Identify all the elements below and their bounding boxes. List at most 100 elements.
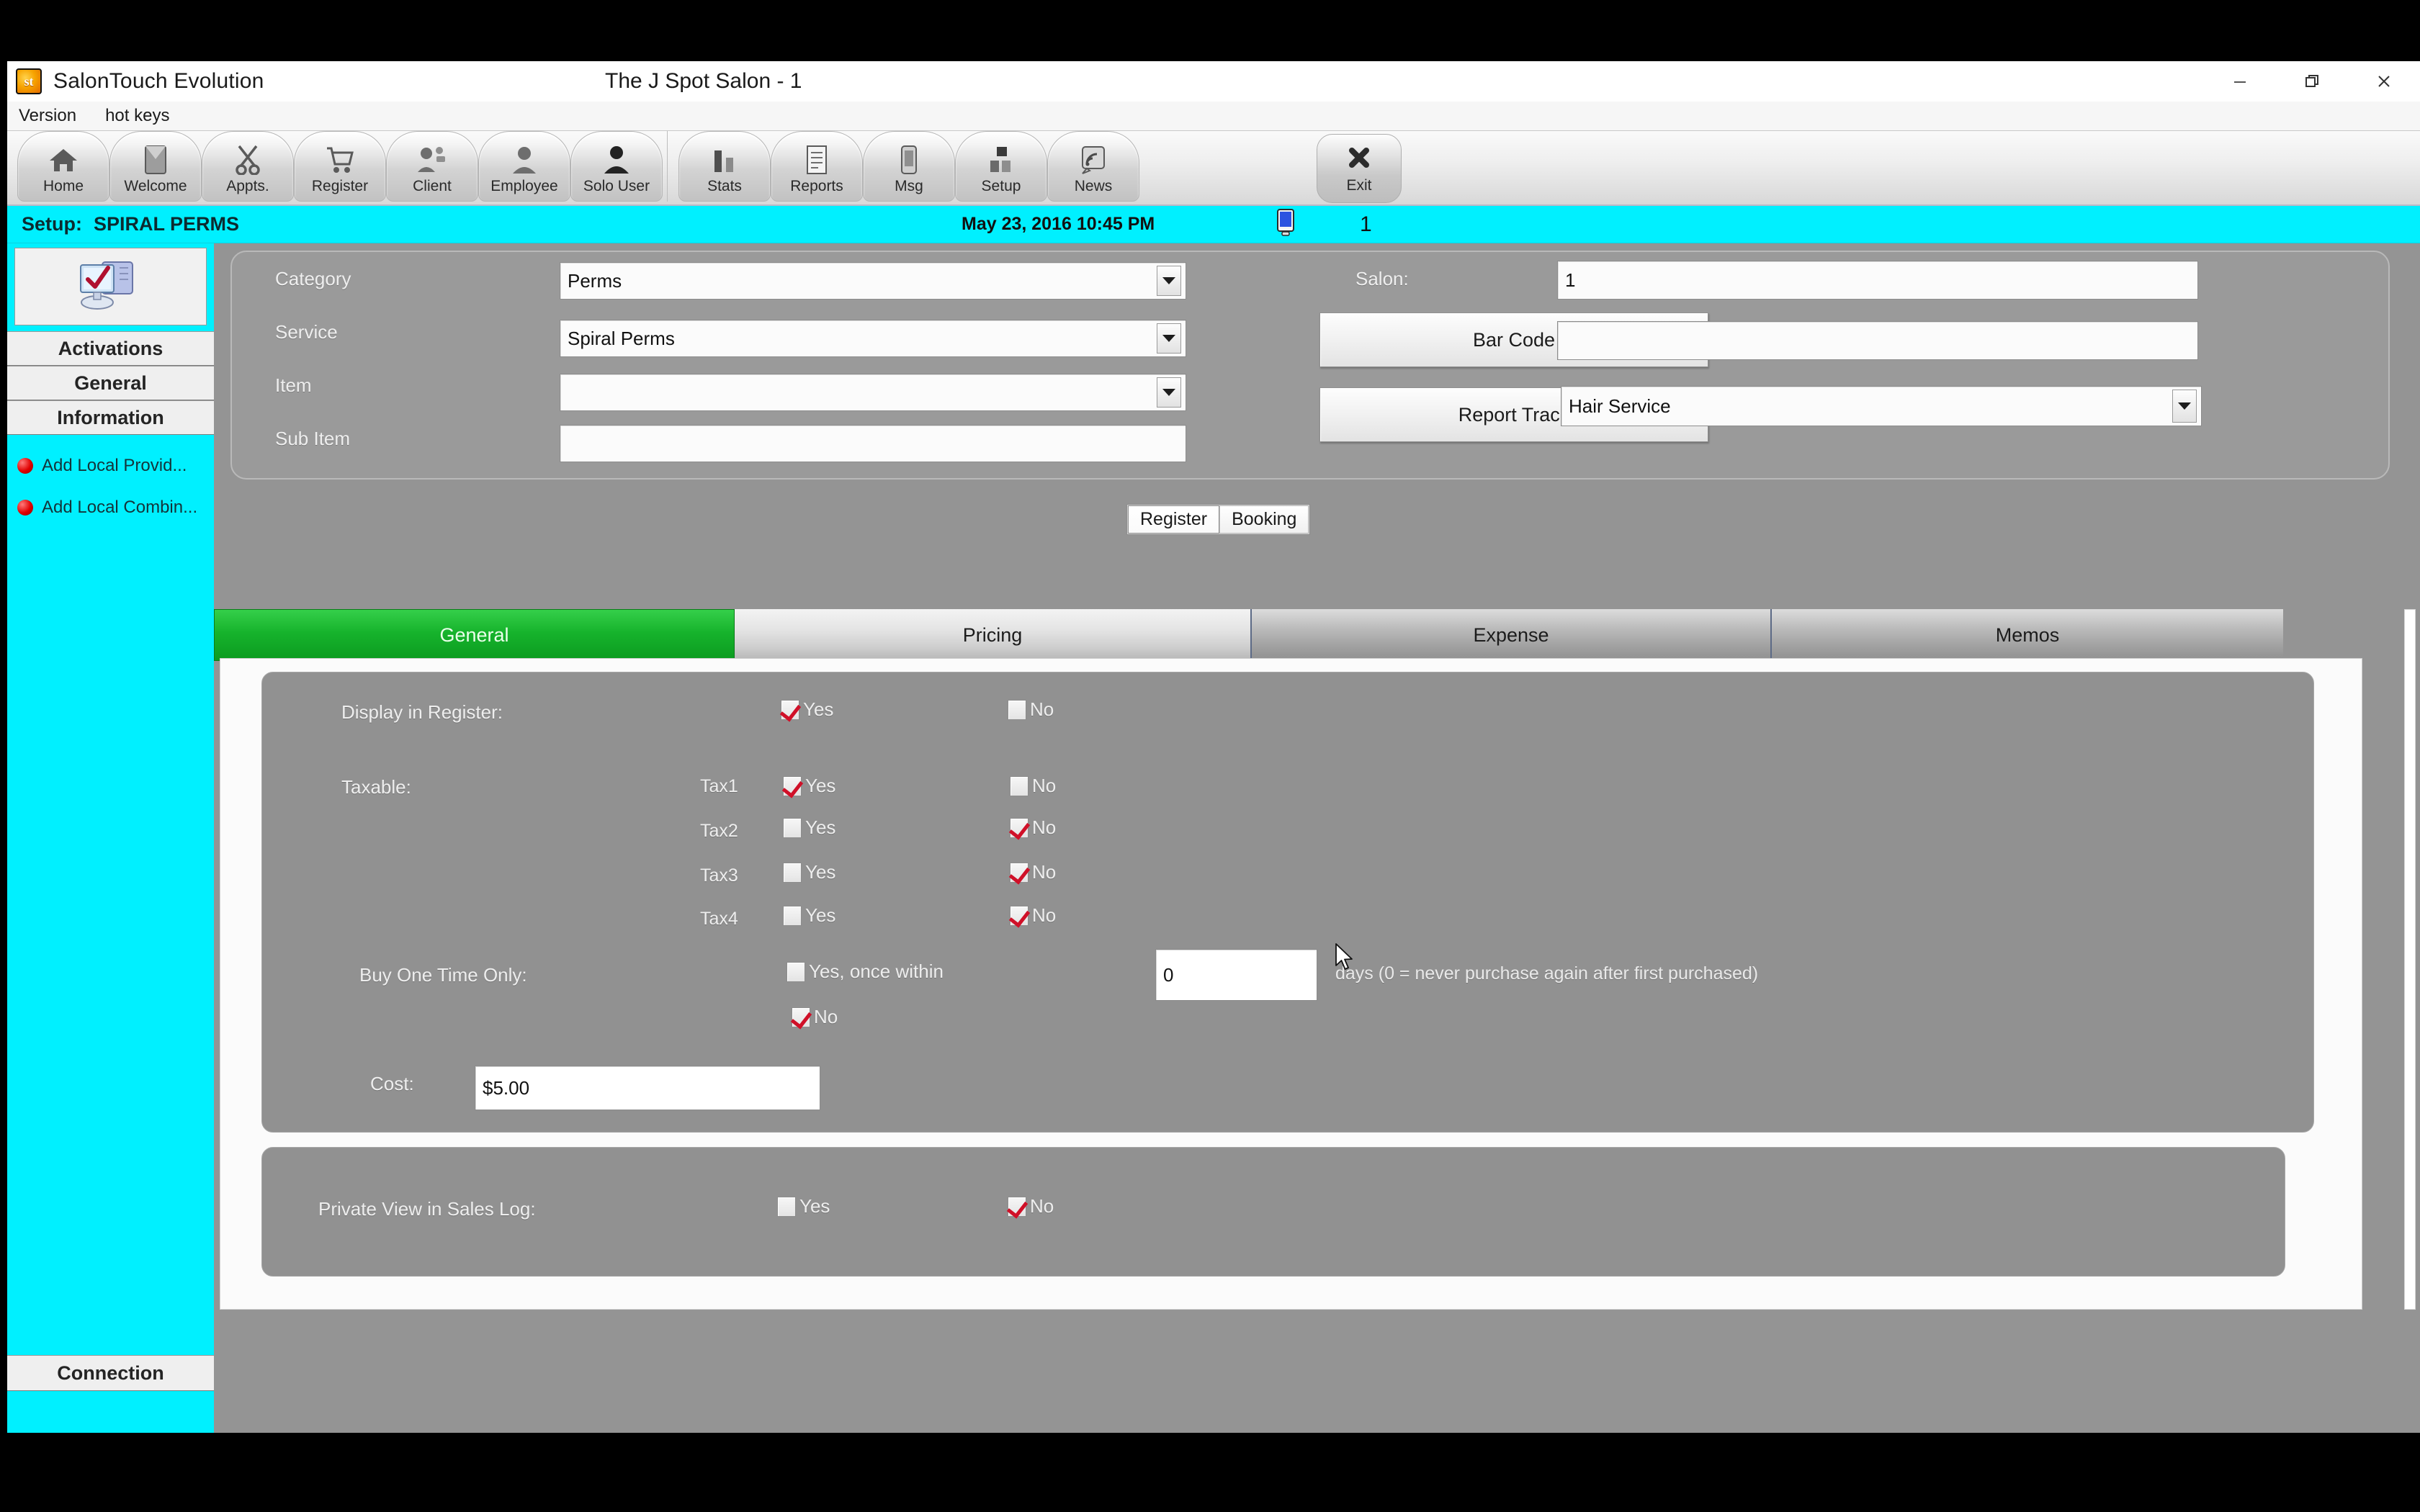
register-toggle-button[interactable]: Register	[1128, 505, 1220, 534]
display-in-register-yes[interactable]: Yes	[781, 698, 833, 721]
chevron-down-icon[interactable]	[1157, 266, 1181, 296]
tax4-yes[interactable]: Yes	[783, 904, 835, 927]
minimize-button[interactable]	[2204, 61, 2276, 102]
salon-input-value: 1	[1565, 269, 1576, 291]
tax3-no-label: No	[1032, 861, 1057, 883]
cost-input[interactable]: $5.00	[475, 1066, 820, 1110]
toolbar-button-msg[interactable]: Msg	[863, 131, 955, 202]
chevron-down-icon[interactable]	[2172, 390, 2197, 423]
menubar: Version hot keys	[7, 102, 2420, 130]
private-view-yes[interactable]: Yes	[777, 1195, 830, 1218]
category-label: Category	[275, 268, 351, 289]
tax2-yes[interactable]: Yes	[783, 816, 835, 839]
report-track-combo[interactable]: Hair Service	[1561, 386, 2202, 426]
toolbar-button-stats[interactable]: Stats	[678, 131, 771, 202]
monitor-icon	[1273, 208, 1298, 240]
checkbox-checked-icon	[781, 699, 799, 720]
toolbar-label-welcome: Welcome	[124, 178, 187, 194]
app-title: SalonTouch Evolution	[53, 69, 264, 93]
toolbar-label-home: Home	[42, 178, 84, 194]
buy-one-time-only-yes-label: Yes, once within	[809, 960, 944, 982]
general-tab-panel: Display in Register: Yes No Taxable: Tax…	[220, 658, 2362, 1310]
item-combo[interactable]	[560, 374, 1186, 411]
sidebar-connection-status[interactable]: Connection	[7, 1355, 214, 1391]
window-controls	[2204, 61, 2420, 102]
restore-button[interactable]	[2276, 61, 2348, 102]
toolbar-label-stats: Stats	[707, 178, 742, 194]
red-bullet-icon	[17, 458, 33, 474]
category-combo[interactable]: Perms	[560, 262, 1186, 300]
tax1-no-label: No	[1032, 775, 1057, 796]
toolbar-button-reports[interactable]: Reports	[771, 131, 863, 202]
item-label: Item	[275, 374, 312, 396]
sidebar-item-add-local-combination[interactable]: Add Local Combin...	[7, 487, 214, 528]
tax1-yes[interactable]: Yes	[783, 775, 835, 797]
tax2-label: Tax2	[700, 821, 738, 841]
toolbar-label-news: News	[1074, 178, 1113, 194]
document-icon	[804, 143, 830, 176]
scissors-icon	[233, 143, 262, 176]
tax2-no[interactable]: No	[1010, 816, 1056, 839]
exit-button[interactable]: Exit	[1317, 134, 1402, 203]
booking-toggle-label: Booking	[1232, 509, 1297, 529]
sidebar-header-general[interactable]: General	[7, 366, 214, 400]
menu-item-version[interactable]: Version	[19, 106, 76, 126]
sidebar-header-information[interactable]: Information	[7, 400, 214, 435]
buy-one-time-only-no[interactable]: No	[792, 1006, 838, 1028]
toolbar-label-employee: Employee	[490, 178, 558, 194]
checkbox-checked-icon	[1010, 862, 1028, 883]
toolbar-button-solo-user[interactable]: Solo User	[570, 131, 663, 202]
sidebar-item-add-local-provider[interactable]: Add Local Provid...	[7, 445, 214, 487]
private-view-group: Private View in Sales Log: Yes No	[261, 1147, 2285, 1277]
tab-expense-label: Expense	[1473, 624, 1549, 646]
tab-general[interactable]: General	[214, 609, 735, 661]
tax1-no[interactable]: No	[1010, 775, 1056, 797]
booking-toggle-button[interactable]: Booking	[1219, 505, 1309, 534]
home-icon	[48, 143, 79, 176]
tax3-yes[interactable]: Yes	[783, 861, 835, 883]
service-combo[interactable]: Spiral Perms	[560, 320, 1186, 357]
toolbar-button-client[interactable]: Client	[386, 131, 478, 202]
tab-memos[interactable]: Memos	[1772, 609, 2283, 661]
chevron-down-icon[interactable]	[1157, 323, 1181, 354]
chevron-down-icon[interactable]	[1157, 377, 1181, 408]
toolbar-button-home[interactable]: Home	[17, 131, 109, 202]
buy-one-time-days-input[interactable]: 0	[1155, 949, 1317, 1001]
toolbar-button-appts[interactable]: Appts.	[202, 131, 294, 202]
sidebar-item-label: Add Local Provid...	[42, 456, 187, 475]
tab-expense[interactable]: Expense	[1252, 609, 1772, 661]
salon-input[interactable]: 1	[1557, 261, 2198, 300]
tax4-no[interactable]: No	[1010, 904, 1056, 927]
vertical-scrollbar[interactable]	[2404, 609, 2416, 1310]
checkbox-unchecked-icon	[1008, 699, 1026, 720]
sidebar-header-activations[interactable]: Activations	[7, 331, 214, 366]
subitem-input[interactable]	[560, 425, 1186, 462]
tax1-yes-label: Yes	[805, 775, 836, 796]
tab-pricing-label: Pricing	[962, 624, 1023, 646]
buy-one-time-only-no-label: No	[814, 1006, 838, 1027]
close-button[interactable]	[2348, 61, 2420, 102]
private-view-label: Private View in Sales Log:	[318, 1198, 536, 1220]
sidebar-list: Add Local Provid... Add Local Combin...	[7, 435, 214, 528]
checkbox-checked-icon	[1010, 905, 1028, 926]
toolbar-group-secondary: Stats Reports Msg Setup News	[678, 131, 1139, 202]
client-icon	[416, 143, 448, 176]
private-view-no-label: No	[1030, 1195, 1054, 1217]
toolbar-button-news[interactable]: News	[1047, 131, 1139, 202]
checkbox-unchecked-icon	[783, 905, 802, 926]
menu-item-hotkeys[interactable]: hot keys	[105, 106, 169, 126]
tab-pricing[interactable]: Pricing	[735, 609, 1252, 661]
bar-code-input[interactable]	[1557, 321, 2198, 360]
toolbar-button-welcome[interactable]: Welcome	[109, 131, 202, 202]
toolbar-button-setup[interactable]: Setup	[955, 131, 1047, 202]
toolbar-button-employee[interactable]: Employee	[478, 131, 570, 202]
category-combo-value: Perms	[568, 269, 622, 292]
display-in-register-no[interactable]: No	[1008, 698, 1054, 721]
tax3-no[interactable]: No	[1010, 861, 1056, 883]
private-view-no[interactable]: No	[1008, 1195, 1054, 1218]
toolbar-button-register[interactable]: Register	[294, 131, 386, 202]
toolbar-label-msg: Msg	[895, 178, 923, 194]
tax4-no-label: No	[1032, 904, 1057, 926]
buy-one-time-only-yes[interactable]: Yes, once within	[786, 960, 944, 983]
toolbar-separator	[667, 131, 674, 202]
